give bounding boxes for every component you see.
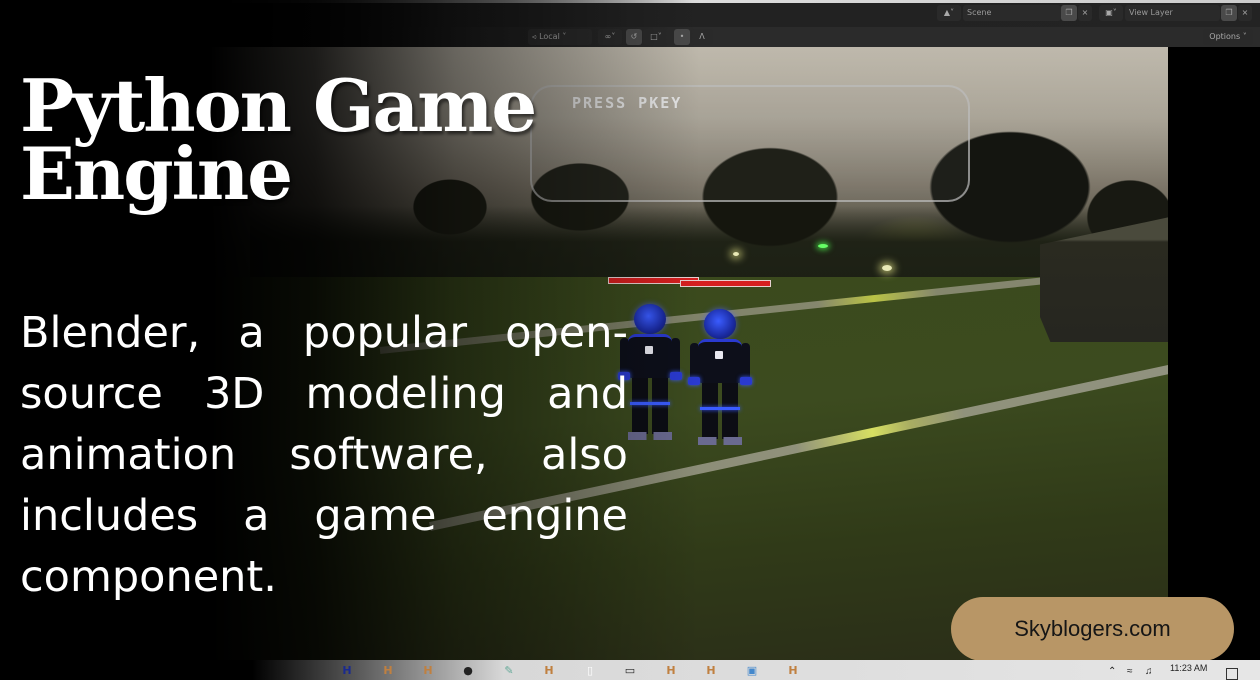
wifi-icon[interactable]: ≈ xyxy=(1127,666,1133,677)
chevron-up-icon[interactable]: ⌃ xyxy=(1108,666,1116,677)
blender-icon[interactable]: H xyxy=(786,664,800,678)
blender-icon[interactable]: H xyxy=(664,664,678,678)
options-dropdown[interactable]: Options ˅ xyxy=(1203,29,1253,45)
blender-icon-blue[interactable]: H xyxy=(340,664,354,678)
headline-line-2: Engine xyxy=(20,131,293,216)
blender-icon[interactable]: H xyxy=(381,664,395,678)
green-light xyxy=(818,244,828,248)
torso xyxy=(698,339,742,383)
blender-icon[interactable]: H xyxy=(421,664,435,678)
headline: Python Game Engine xyxy=(20,63,540,216)
file-icon[interactable]: ▯ xyxy=(583,664,597,678)
site-badge[interactable]: Skyblogers.com xyxy=(951,597,1234,661)
lamp-light xyxy=(882,265,892,271)
headline-line-1: Python Game xyxy=(20,63,537,148)
volume-icon[interactable]: ♫ xyxy=(1145,666,1153,677)
clock[interactable]: 11:23 AM xyxy=(1170,663,1207,673)
view-layer-icon[interactable]: ▣˅ xyxy=(1099,5,1123,21)
scene-field[interactable]: Scene xyxy=(963,5,1061,21)
blender-icon[interactable]: H xyxy=(542,664,556,678)
site-label: Skyblogers.com xyxy=(1014,616,1171,641)
screen-icon[interactable]: ▣ xyxy=(745,664,759,678)
view-layer-field[interactable]: View Layer xyxy=(1125,5,1220,21)
description-text: Blender, a popular open-source 3D modeli… xyxy=(20,308,628,602)
helmet xyxy=(704,309,736,339)
new-view-layer-icon[interactable]: ❐ xyxy=(1221,5,1237,21)
right-black-margin xyxy=(1168,47,1260,660)
notifications-icon[interactable] xyxy=(1226,668,1238,680)
chest-badge xyxy=(715,351,723,359)
paint-icon[interactable]: ✎ xyxy=(502,664,516,678)
scene-icon[interactable]: ▲˅ xyxy=(937,5,961,21)
close-icon[interactable]: × xyxy=(1238,5,1252,21)
lamp-light xyxy=(733,252,739,256)
vr-icon[interactable]: ▭ xyxy=(623,664,637,678)
obs-icon[interactable]: ● xyxy=(461,664,475,678)
blender-icon[interactable]: H xyxy=(704,664,718,678)
new-scene-icon[interactable]: ❐ xyxy=(1061,5,1077,21)
close-icon[interactable]: × xyxy=(1078,5,1092,21)
